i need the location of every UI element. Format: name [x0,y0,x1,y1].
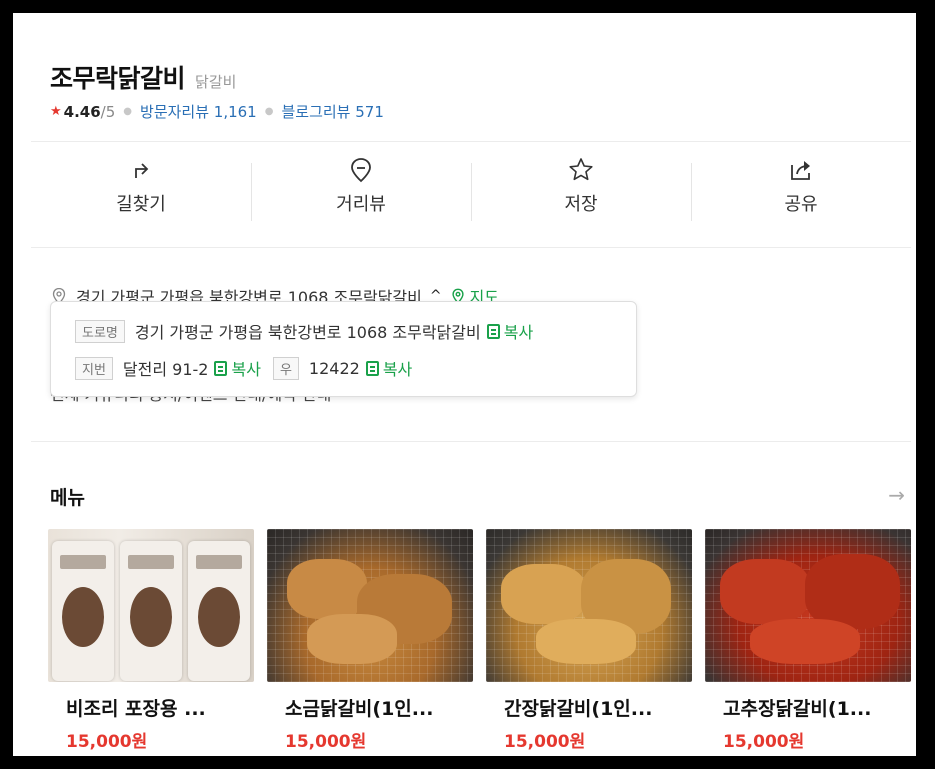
zip-code-text: 12422 [308,358,360,378]
save-label: 저장 [564,194,598,215]
star-icon [569,158,593,181]
menu-card[interactable]: 고추장닭갈비(1... 15,000원 [705,529,911,756]
package-graphic [188,541,250,681]
menu-item-price: 15,000원 [504,732,586,752]
rating-value: 4.46 [63,102,101,121]
street-view-label: 거리뷰 [336,194,386,215]
menu-item-price: 15,000원 [285,732,367,752]
menu-card-list: 비조리 포장용 ... 15,000원 소금닭갈비(1인... 15,000원 … [48,529,911,756]
place-name: 조무락닭갈비 [50,64,186,93]
directions-button[interactable]: 길찾기 [31,151,251,221]
visitor-reviews-link[interactable]: 방문자리뷰 1,161 [140,101,257,122]
copy-label: 복사 [382,360,413,379]
share-label: 공유 [784,194,818,215]
menu-item-name: 비조리 포장용 ... [66,698,206,720]
package-graphic [52,541,114,681]
share-button[interactable]: 공유 [691,151,911,221]
rating-row: ★ 4.46 /5 ● 방문자리뷰 1,161 ● 블로그리뷰 571 [50,101,384,122]
copy-label: 복사 [503,323,534,342]
menu-card[interactable]: 소금닭갈비(1인... 15,000원 [267,529,473,756]
meat-graphic [287,559,367,619]
menu-item-price: 15,000원 [66,732,148,752]
save-button[interactable]: 저장 [471,151,691,221]
road-address-tag: 도로명 [75,319,125,343]
directions-label: 길찾기 [116,194,166,215]
screenshot-frame: 조무락닭갈비 닭갈비 ★ 4.46 /5 ● 방문자리뷰 1,161 ● 블로그… [10,10,919,759]
directions-icon [135,163,149,178]
zip-tag: 우 [272,356,299,380]
meat-graphic [720,559,810,624]
place-category: 닭갈비 [195,73,237,91]
lot-address-tag: 지번 [75,356,113,380]
road-address-row: 도로명 경기 가평군 가평읍 북한강변로 1068 조무락닭갈비 복사 [75,319,533,343]
menu-item-photo [48,529,254,682]
separator-dot: ● [123,106,133,117]
copy-icon [214,360,228,376]
copy-lot-address-button[interactable]: 복사 [214,356,261,380]
address-detail-popup: 도로명 경기 가평군 가평읍 북한강변로 1068 조무락닭갈비 복사 지번 달… [50,301,637,397]
blog-reviews-link[interactable]: 블로그리뷰 571 [281,101,383,122]
menu-item-name: 소금닭갈비(1인... [285,698,434,720]
meat-graphic [536,619,636,664]
action-bar: 길찾기 거리뷰 저장 공유 [31,151,911,221]
share-icon [791,161,810,180]
divider [31,141,911,142]
street-view-button[interactable]: 거리뷰 [251,151,471,221]
copy-zip-button[interactable]: 복사 [365,356,413,380]
menu-card[interactable]: 비조리 포장용 ... 15,000원 [48,529,254,756]
copy-road-address-button[interactable]: 복사 [486,319,534,343]
divider [31,441,911,442]
star-icon: ★ [50,104,62,119]
rating-max: /5 [100,102,116,121]
meat-graphic [501,564,586,624]
street-view-icon [351,158,371,183]
arrow-right-icon[interactable]: → [888,483,905,507]
meat-graphic [750,619,860,664]
menu-item-photo [705,529,911,682]
menu-section-title: 메뉴 [50,487,85,509]
menu-item-name: 고추장닭갈비(1... [723,698,872,720]
menu-item-name: 간장닭갈비(1인... [504,698,653,720]
place-header: 조무락닭갈비 닭갈비 [50,59,236,95]
menu-item-photo [486,529,692,682]
package-graphic [120,541,182,681]
place-panel: 조무락닭갈비 닭갈비 ★ 4.46 /5 ● 방문자리뷰 1,161 ● 블로그… [31,31,911,756]
menu-item-price: 15,000원 [723,732,805,752]
copy-label: 복사 [231,360,261,379]
meat-graphic [805,554,900,629]
meat-graphic [307,614,397,664]
separator-dot: ● [264,106,274,117]
copy-icon [486,323,500,339]
lot-address-text: 달전리 91-2 [122,360,209,379]
menu-card[interactable]: 간장닭갈비(1인... 15,000원 [486,529,692,756]
copy-icon [365,360,379,376]
lot-address-row: 지번 달전리 91-2 복사 우 12422 복사 [75,356,412,380]
menu-item-photo [267,529,473,682]
road-address-text: 경기 가평군 가평읍 북한강변로 1068 조무락닭갈비 [134,323,481,342]
divider [31,247,911,248]
